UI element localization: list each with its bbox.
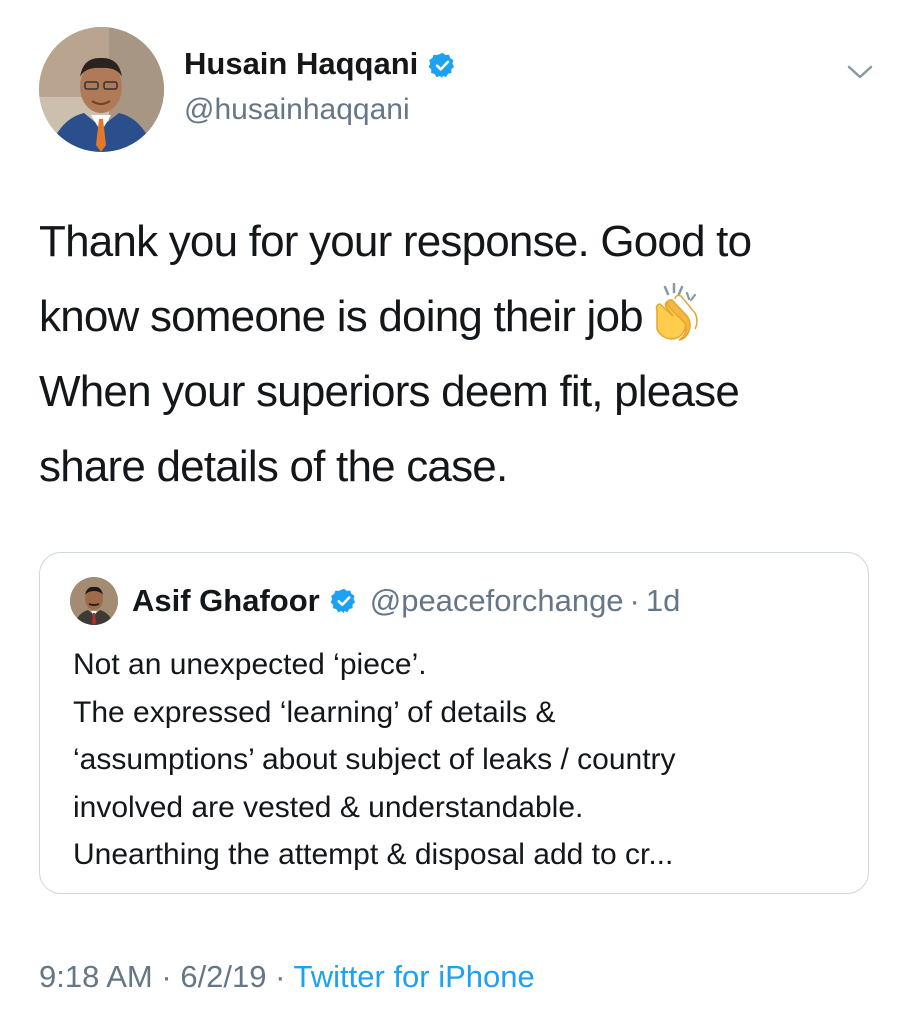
chevron-down-icon[interactable] [842, 54, 878, 90]
meta-separator: · [629, 583, 640, 618]
quoted-text-line: ‘assumptions’ about subject of leaks / c… [73, 743, 676, 776]
tweet: Husain Haqqani @husainhaqqani Thank you … [0, 0, 911, 1024]
quoted-author-avatar[interactable] [70, 577, 118, 625]
verified-badge-icon [428, 50, 457, 79]
tweet-text-line: When your superiors deem fit, please [39, 367, 740, 416]
meta-separator: · [161, 959, 172, 994]
quoted-tweet-card[interactable]: Asif Ghafoor @peaceforchange · 1d Not an… [39, 552, 869, 894]
verified-badge-icon [330, 587, 358, 615]
quoted-text-line: involved are vested & understandable. [73, 790, 584, 824]
quoted-text-line: Unearthing the attempt & disposal add to… [73, 838, 674, 871]
tweet-text-line: Thank you for your response. Good to [39, 217, 752, 266]
author-name[interactable]: Husain Haqqani [184, 44, 418, 84]
tweet-time[interactable]: 9:18 AM [39, 959, 153, 994]
author-name-row[interactable]: Husain Haqqani [184, 44, 457, 84]
quoted-tweet-header: Asif Ghafoor @peaceforchange · 1d [132, 580, 680, 622]
meta-separator: · [275, 959, 286, 994]
author-handle[interactable]: @husainhaqqani [184, 90, 410, 130]
quoted-author-name[interactable]: Asif Ghafoor [132, 583, 320, 619]
quoted-text-line: Not an unexpected ‘piece’. [73, 648, 427, 681]
tweet-source-link[interactable]: Twitter for iPhone [294, 959, 535, 994]
tweet-text-line-with-emoji: know someone is doing their job [39, 279, 889, 354]
quoted-author-handle[interactable]: @peaceforchange [370, 583, 624, 619]
tweet-footer: 9:18 AM · 6/2/19 · Twitter for iPhone [39, 955, 535, 999]
tweet-date[interactable]: 6/2/19 [180, 959, 266, 994]
author-avatar[interactable] [39, 27, 164, 152]
clapping-hands-icon [649, 283, 703, 343]
tweet-text-line: share details of the case. [39, 442, 508, 491]
quoted-text-line: The expressed ‘learning’ of details & [73, 695, 556, 729]
quoted-tweet-text: Not an unexpected ‘piece’. The expressed… [73, 641, 853, 879]
quoted-tweet-time: 1d [645, 583, 681, 618]
tweet-text-line: know someone is doing their job [39, 292, 644, 341]
tweet-text: Thank you for your response. Good to kno… [39, 204, 889, 504]
